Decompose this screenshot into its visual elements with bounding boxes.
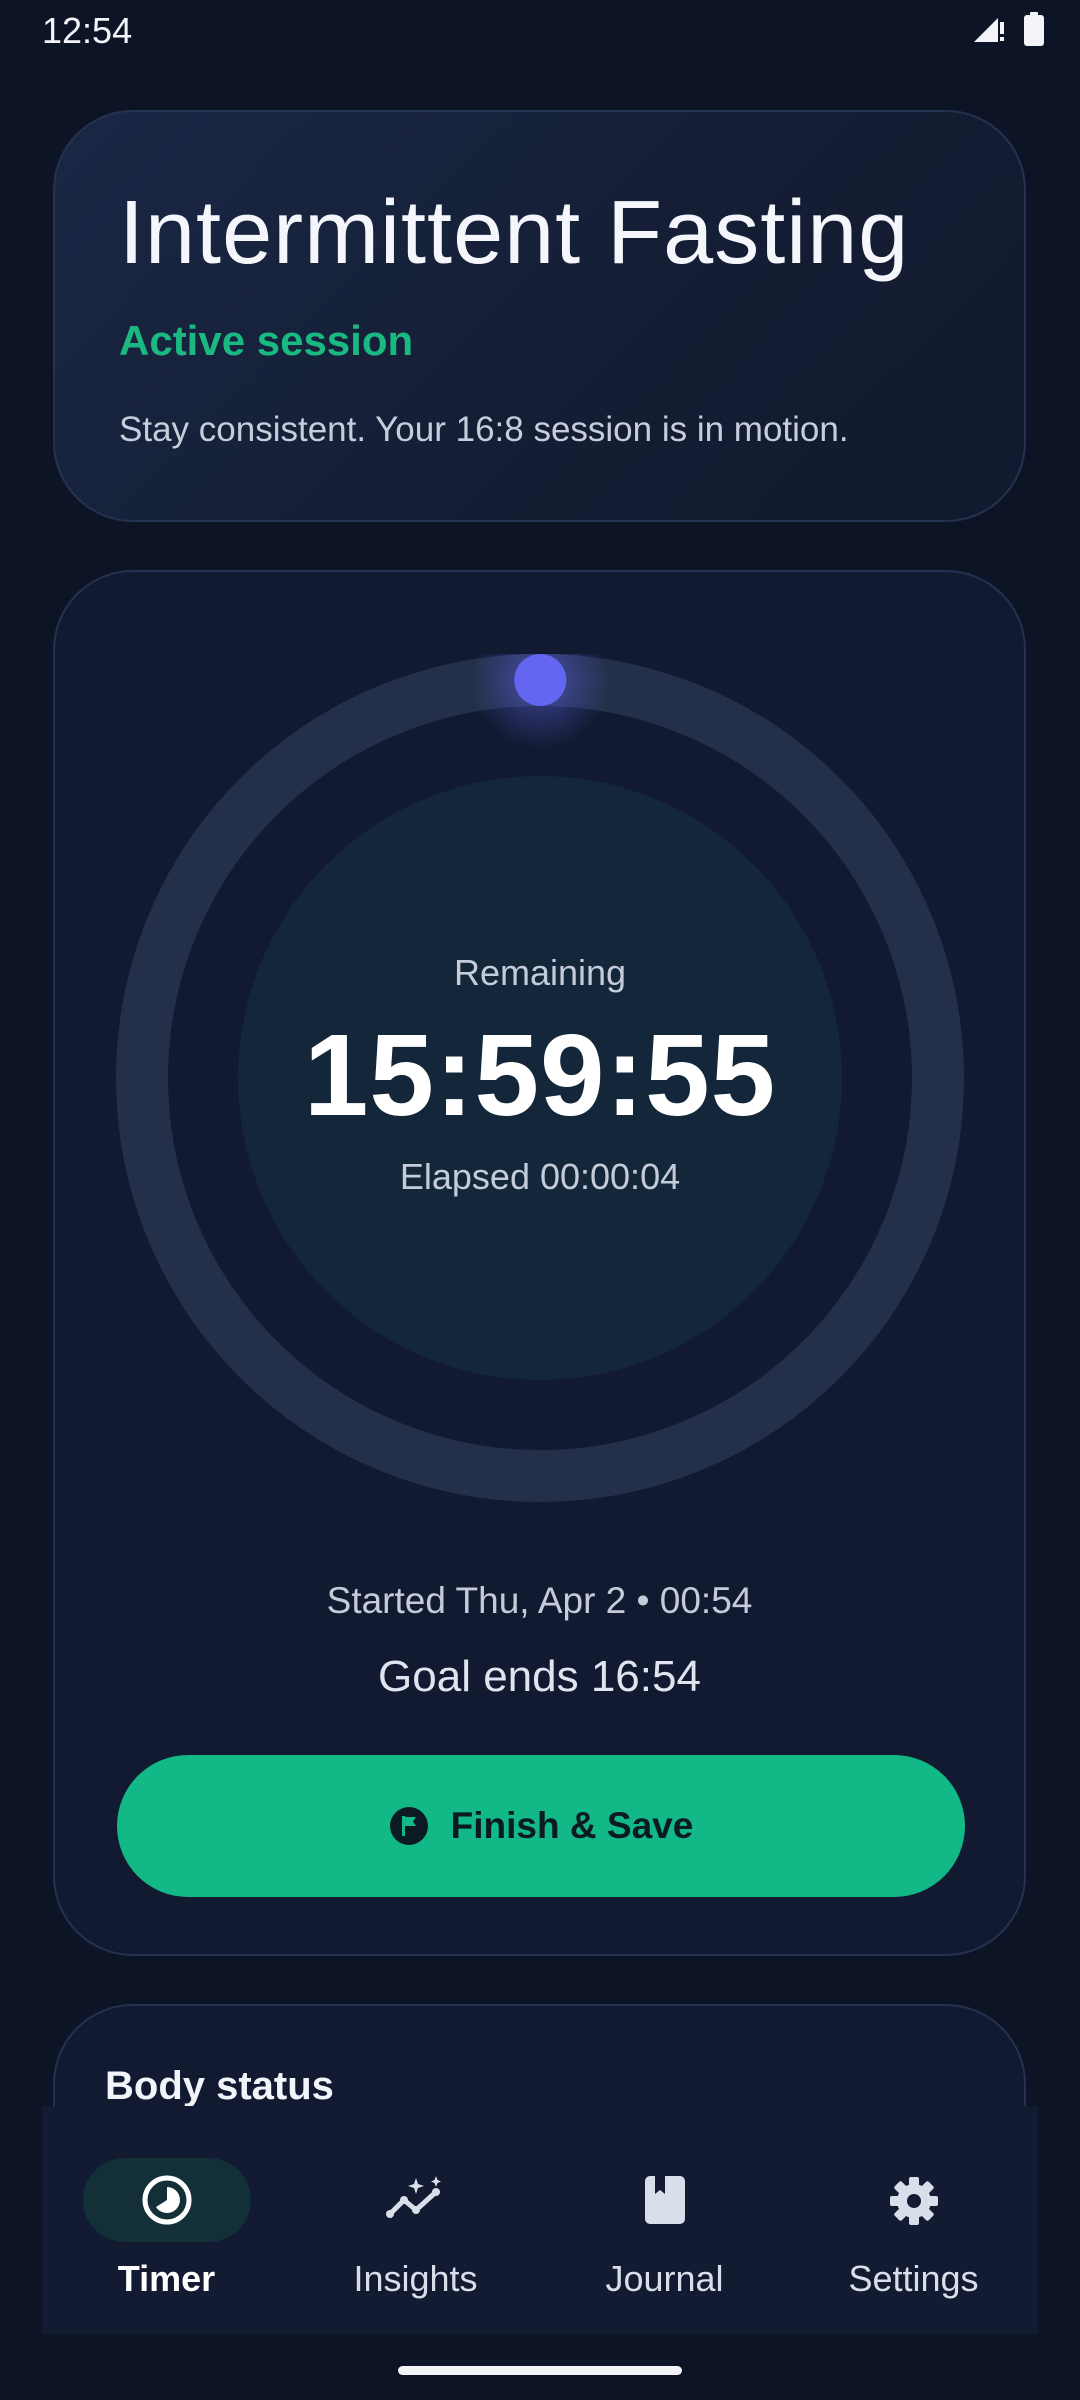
nav-item-journal[interactable]: Journal — [540, 2106, 789, 2334]
session-status: Active session — [119, 317, 414, 364]
nav-item-timer[interactable]: Timer — [42, 2106, 291, 2334]
bottom-navigation: Timer Insights Journal Settings — [42, 2106, 1038, 2334]
status-time: 12:54 — [42, 10, 133, 51]
flag-icon — [389, 1807, 428, 1845]
body-status-title: Body status — [105, 2064, 334, 2108]
timer-icon — [142, 2175, 191, 2225]
nav-label-journal: Journal — [605, 2258, 724, 2299]
status-bar: 12:54 — [0, 0, 1080, 64]
journal-icon — [644, 2176, 685, 2224]
goal-end-time: Goal ends 16:54 — [378, 1652, 701, 1701]
timer-card: Remaining 15:59:55 Elapsed 00:00:04 Star… — [53, 570, 1026, 1956]
page-title: Intermittent Fasting — [119, 183, 910, 283]
nav-label-insights: Insights — [353, 2258, 478, 2299]
nav-label-timer: Timer — [117, 2258, 216, 2299]
insights-icon — [385, 2176, 441, 2218]
finish-save-label: Finish & Save — [450, 1805, 694, 1846]
elapsed-time: Elapsed 00:00:04 — [399, 1156, 681, 1197]
header-card: Intermittent Fasting Active session Stay… — [53, 110, 1026, 522]
home-indicator[interactable] — [398, 2366, 682, 2375]
nav-item-insights[interactable]: Insights — [291, 2106, 540, 2334]
nav-label-settings: Settings — [848, 2258, 979, 2299]
battery-icon — [1024, 12, 1044, 46]
status-icons — [972, 12, 1044, 46]
gear-icon — [889, 2177, 938, 2225]
nav-item-settings[interactable]: Settings — [789, 2106, 1038, 2334]
remaining-label: Remaining — [453, 952, 627, 993]
remaining-time: 15:59:55 — [303, 1010, 777, 1140]
timer-readout: Remaining 15:59:55 Elapsed 00:00:04 — [238, 776, 842, 1380]
started-time: Started Thu, Apr 2 • 00:54 — [326, 1580, 753, 1621]
progress-knob — [470, 654, 611, 750]
finish-save-button[interactable]: Finish & Save — [117, 1755, 965, 1897]
signal-icon — [974, 18, 1004, 42]
session-description: Stay consistent. Your 16:8 session is in… — [119, 410, 849, 449]
progress-ring: Remaining 15:59:55 Elapsed 00:00:04 — [116, 654, 964, 1502]
